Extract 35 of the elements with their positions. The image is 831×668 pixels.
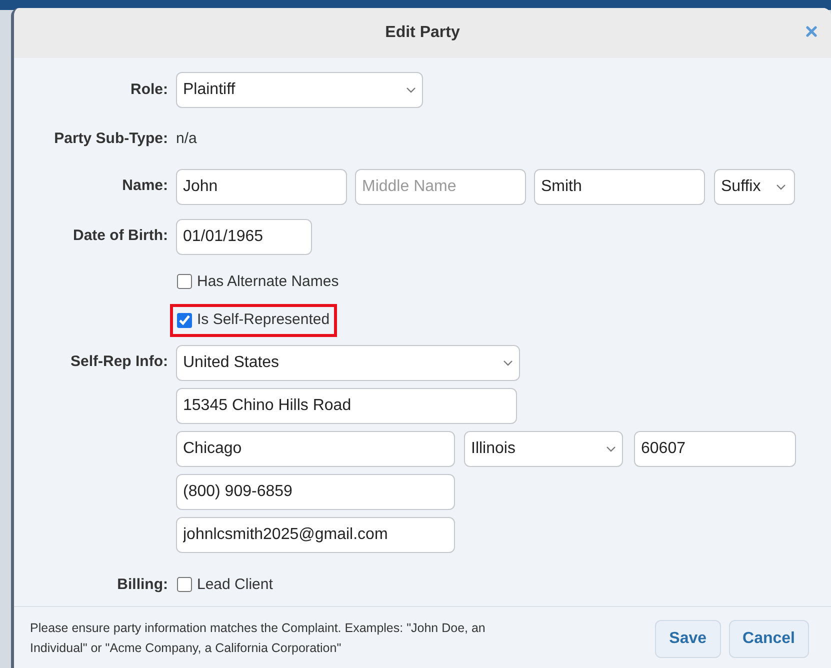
city-field[interactable]: Chicago: [176, 430, 455, 466]
chevron-icon: [606, 446, 616, 452]
checkbox-option[interactable]: Has Alternate Names: [170, 266, 346, 298]
street-field[interactable]: 15345 Chino Hills Road: [176, 388, 517, 424]
state-select[interactable]: Illinois: [464, 430, 623, 466]
date-field[interactable]: 01/01/1965: [176, 218, 312, 254]
field-value: n/a: [176, 129, 197, 149]
phone-field[interactable]: (800) 909-6859: [176, 474, 455, 510]
checkbox-option[interactable]: Lead Client: [170, 568, 280, 601]
zip-field[interactable]: 60607: [634, 430, 796, 466]
dialog-title: Edit Party: [385, 23, 460, 43]
checkbox[interactable]: [177, 577, 192, 592]
field-label: Role:: [130, 80, 169, 100]
role-select[interactable]: Plaintiff: [176, 72, 423, 108]
country-select[interactable]: United States: [176, 344, 520, 380]
close-icon: [806, 26, 817, 37]
checkbox[interactable]: [177, 312, 192, 328]
close-button[interactable]: [806, 26, 817, 37]
field-label: Party Sub-Type:: [53, 129, 169, 149]
save-button[interactable]: Save: [655, 620, 721, 658]
first-name-field[interactable]: John: [176, 168, 347, 204]
chevron-icon: [776, 184, 786, 190]
last-name-field[interactable]: Smith: [534, 168, 705, 204]
chevron-icon: [503, 360, 513, 366]
suffix-select[interactable]: Suffix: [714, 168, 795, 204]
checkbox[interactable]: [177, 274, 192, 290]
middle-name-field[interactable]: Middle Name: [355, 168, 526, 204]
footer-note: Please ensure party information matches the Complaint. Examples: "John Doe, an Individual" or "Acme Company, a California Corporation": [30, 620, 486, 657]
field-label: Billing:: [116, 574, 169, 594]
chevron-icon: [406, 87, 416, 93]
checkbox-option[interactable]: Is Self-Represented: [170, 304, 337, 336]
field-label: Self-Rep Info:: [70, 352, 169, 372]
field-label: Name:: [121, 176, 169, 196]
cancel-button[interactable]: Cancel: [728, 620, 809, 658]
field-label: Date of Birth:: [72, 226, 169, 246]
